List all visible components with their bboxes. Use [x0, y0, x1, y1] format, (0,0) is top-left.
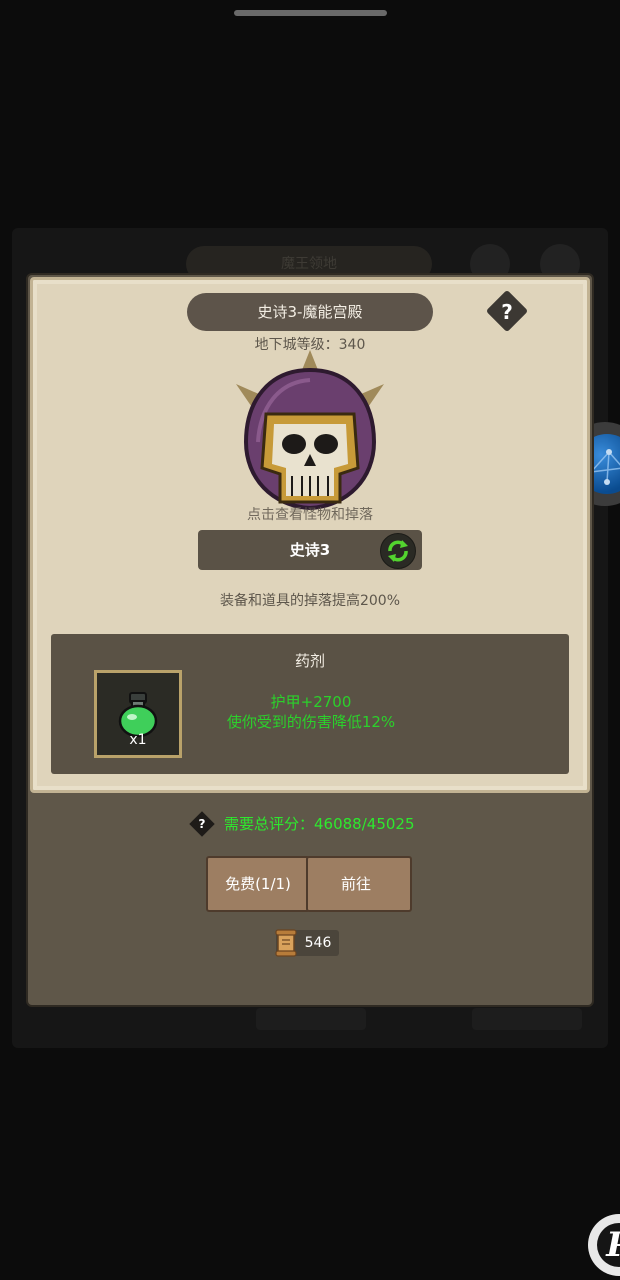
- currency-value: 546: [304, 935, 332, 951]
- scroll-icon: [275, 929, 297, 957]
- refresh-icon: [388, 540, 408, 562]
- reward-effect-damage: 使你受到的伤害降低12%: [226, 713, 396, 731]
- reward-quantity: x1: [129, 732, 147, 748]
- free-button-label: 免费(1/1): [225, 875, 291, 893]
- status-handle: [234, 10, 387, 16]
- pinterest-icon[interactable]: P: [588, 1214, 620, 1276]
- boss-helmet-icon[interactable]: [228, 350, 392, 510]
- reward-effect: 护甲+2700 使你受到的伤害降低12%: [186, 692, 436, 732]
- background-bar-right: [472, 1008, 582, 1030]
- requirement-help-icon[interactable]: ?: [190, 812, 214, 836]
- reward-title: 药剂: [294, 652, 325, 670]
- dungeon-title: 史诗3-魔能宫殿: [257, 303, 363, 321]
- help-icon[interactable]: ?: [487, 294, 527, 330]
- go-button-label: 前往: [340, 875, 371, 893]
- pinterest-glyph: P: [597, 1223, 620, 1267]
- drop-bonus-text: 装备和道具的掉落提高200%: [219, 593, 401, 609]
- boss-hint[interactable]: 点击查看怪物和掉落: [180, 504, 440, 524]
- reward-effect-armor: 护甲+2700: [270, 693, 352, 711]
- background-bar-left: [256, 1008, 366, 1030]
- score-requirement: 需要总评分：46088/45025: [224, 815, 415, 833]
- switch-difficulty-button[interactable]: [380, 533, 416, 569]
